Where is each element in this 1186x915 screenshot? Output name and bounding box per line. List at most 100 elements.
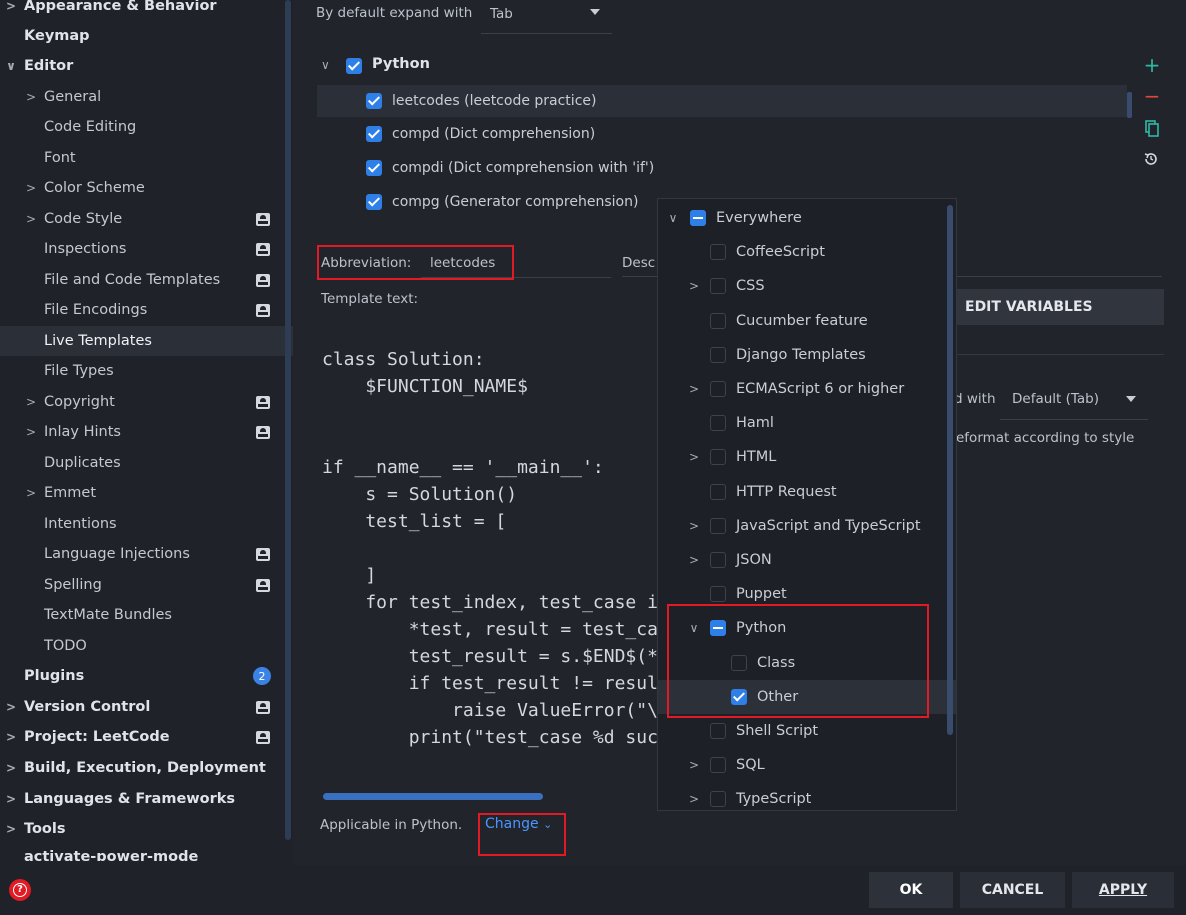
copy-icon[interactable] <box>1145 120 1159 137</box>
context-checkbox[interactable] <box>690 210 706 226</box>
tree-item-activate-power-mode[interactable]: activate-power-mode <box>0 845 278 861</box>
tree-item-code-style[interactable]: > Code Style <box>0 204 278 234</box>
context-item-shell-script[interactable]: Shell Script <box>658 714 946 748</box>
tree-item-emmet[interactable]: > Emmet <box>0 478 278 508</box>
template-row[interactable]: compd (Dict comprehension) <box>317 118 1127 150</box>
add-icon[interactable]: + <box>1143 55 1161 75</box>
tree-item-label: Code Editing <box>44 119 137 135</box>
code-line: class Solution: <box>322 349 485 370</box>
tree-item-version-control[interactable]: > Version Control <box>0 692 278 722</box>
context-checkbox[interactable] <box>710 484 726 500</box>
context-item-coffeescript[interactable]: CoffeeScript <box>658 235 946 269</box>
tree-item-general[interactable]: > General <box>0 82 278 112</box>
tree-item-textmate-bundles[interactable]: TextMate Bundles <box>0 600 278 630</box>
tree-item-project-leetcode[interactable]: > Project: LeetCode <box>0 722 278 752</box>
tree-item-font[interactable]: Font <box>0 143 278 173</box>
apply-button[interactable]: APPLY <box>1072 872 1174 908</box>
chevron-down-icon: ∨ <box>6 59 16 73</box>
help-icon[interactable]: ? <box>9 879 31 901</box>
editor-horizontal-scrollbar[interactable] <box>323 793 543 800</box>
template-checkbox[interactable] <box>366 160 382 176</box>
ok-button[interactable]: OK <box>869 872 953 908</box>
tree-item-label: Language Injections <box>44 546 190 562</box>
context-label: HTML <box>736 449 777 465</box>
tree-item-build-execution[interactable]: > Build, Execution, Deployment <box>0 753 278 783</box>
context-item-django[interactable]: Django Templates <box>658 338 946 372</box>
tree-item-language-injections[interactable]: Language Injections <box>0 539 278 569</box>
context-checkbox[interactable] <box>710 723 726 739</box>
template-row[interactable]: compdi (Dict comprehension with 'if') <box>317 152 1127 184</box>
expand-with-select[interactable]: Tab <box>481 0 612 34</box>
tree-item-intentions[interactable]: Intentions <box>0 509 278 539</box>
tree-item-code-editing[interactable]: Code Editing <box>0 112 278 142</box>
context-item-javascript-typescript[interactable]: > JavaScript and TypeScript <box>658 509 946 543</box>
cancel-button[interactable]: CANCEL <box>960 872 1065 908</box>
context-checkbox[interactable] <box>710 313 726 329</box>
context-item-everywhere[interactable]: ∨ Everywhere <box>658 201 946 235</box>
tree-item-keymap[interactable]: Keymap <box>0 21 278 51</box>
context-label: JavaScript and TypeScript <box>736 518 921 534</box>
code-line: if test_result != resul <box>322 673 658 694</box>
tree-item-appearance[interactable]: > Appearance & Behavior <box>0 0 278 21</box>
template-checkbox[interactable] <box>366 93 382 109</box>
context-checkbox[interactable] <box>710 347 726 363</box>
dropdown-arrow-icon <box>590 9 600 15</box>
tree-item-color-scheme[interactable]: > Color Scheme <box>0 173 278 203</box>
group-checkbox[interactable] <box>346 58 362 74</box>
tree-item-spelling[interactable]: Spelling <box>0 570 278 600</box>
tree-item-file-encodings[interactable]: File Encodings <box>0 295 278 325</box>
tree-item-duplicates[interactable]: Duplicates <box>0 448 278 478</box>
edit-variables-button[interactable]: EDIT VARIABLES <box>933 289 1164 325</box>
expand-with-option-select[interactable]: Default (Tab) <box>1000 380 1148 420</box>
context-item-html[interactable]: > HTML <box>658 440 946 474</box>
tree-item-file-types[interactable]: File Types <box>0 356 278 386</box>
applicable-label: Applicable in Python. <box>320 817 463 833</box>
context-item-haml[interactable]: Haml <box>658 406 946 440</box>
context-checkbox[interactable] <box>710 518 726 534</box>
project-scope-icon <box>256 425 270 439</box>
context-checkbox[interactable] <box>710 244 726 260</box>
context-item-sql[interactable]: > SQL <box>658 748 946 782</box>
tree-item-label: Inlay Hints <box>44 424 121 440</box>
code-line-variable: $FUNCTION_NAME$ <box>322 376 528 397</box>
context-checkbox[interactable] <box>710 791 726 807</box>
tree-item-editor[interactable]: ∨ Editor <box>0 51 278 81</box>
context-checkbox[interactable] <box>710 278 726 294</box>
tree-item-label: File Encodings <box>44 302 148 318</box>
tree-item-todo[interactable]: TODO <box>0 631 278 661</box>
context-label: Puppet <box>736 586 787 602</box>
popup-scrollbar[interactable] <box>947 205 953 735</box>
context-checkbox[interactable] <box>710 586 726 602</box>
tree-item-file-code-templates[interactable]: File and Code Templates <box>0 265 278 295</box>
context-item-css[interactable]: > CSS <box>658 269 946 303</box>
tree-item-inlay-hints[interactable]: > Inlay Hints <box>0 417 278 447</box>
remove-icon[interactable]: − <box>1143 86 1161 106</box>
tree-item-inspections[interactable]: Inspections <box>0 234 278 264</box>
restore-icon[interactable] <box>1143 151 1159 167</box>
context-checkbox[interactable] <box>710 381 726 397</box>
template-row[interactable]: leetcodes (leetcode practice) <box>317 85 1127 117</box>
context-item-json[interactable]: > JSON <box>658 543 946 577</box>
context-checkbox[interactable] <box>710 552 726 568</box>
tree-item-languages-frameworks[interactable]: > Languages & Frameworks <box>0 784 278 814</box>
context-checkbox[interactable] <box>710 757 726 773</box>
template-checkbox[interactable] <box>366 194 382 210</box>
settings-tree: > Appearance & Behavior Keymap ∨ Editor … <box>0 0 293 865</box>
sidebar-scrollbar[interactable] <box>285 0 291 840</box>
context-checkbox[interactable] <box>710 415 726 431</box>
context-item-cucumber[interactable]: Cucumber feature <box>658 304 946 338</box>
tree-item-plugins[interactable]: Plugins 2 <box>0 661 278 691</box>
template-group-python[interactable]: ∨ Python <box>317 50 1127 82</box>
template-list-scrollbar[interactable] <box>1127 92 1132 118</box>
tree-item-copyright[interactable]: > Copyright <box>0 387 278 417</box>
context-item-typescript[interactable]: > TypeScript <box>658 782 946 810</box>
template-checkbox[interactable] <box>366 126 382 142</box>
context-checkbox[interactable] <box>710 449 726 465</box>
tree-item-tools[interactable]: > Tools <box>0 814 278 844</box>
context-item-ecmascript6[interactable]: > ECMAScript 6 or higher <box>658 372 946 406</box>
tree-item-live-templates[interactable]: Live Templates <box>0 326 293 356</box>
context-item-http-request[interactable]: HTTP Request <box>658 475 946 509</box>
context-label: ECMAScript 6 or higher <box>736 381 905 397</box>
tree-item-label: Languages & Frameworks <box>24 791 236 807</box>
reformat-option-label[interactable]: eformat according to style <box>956 430 1134 446</box>
